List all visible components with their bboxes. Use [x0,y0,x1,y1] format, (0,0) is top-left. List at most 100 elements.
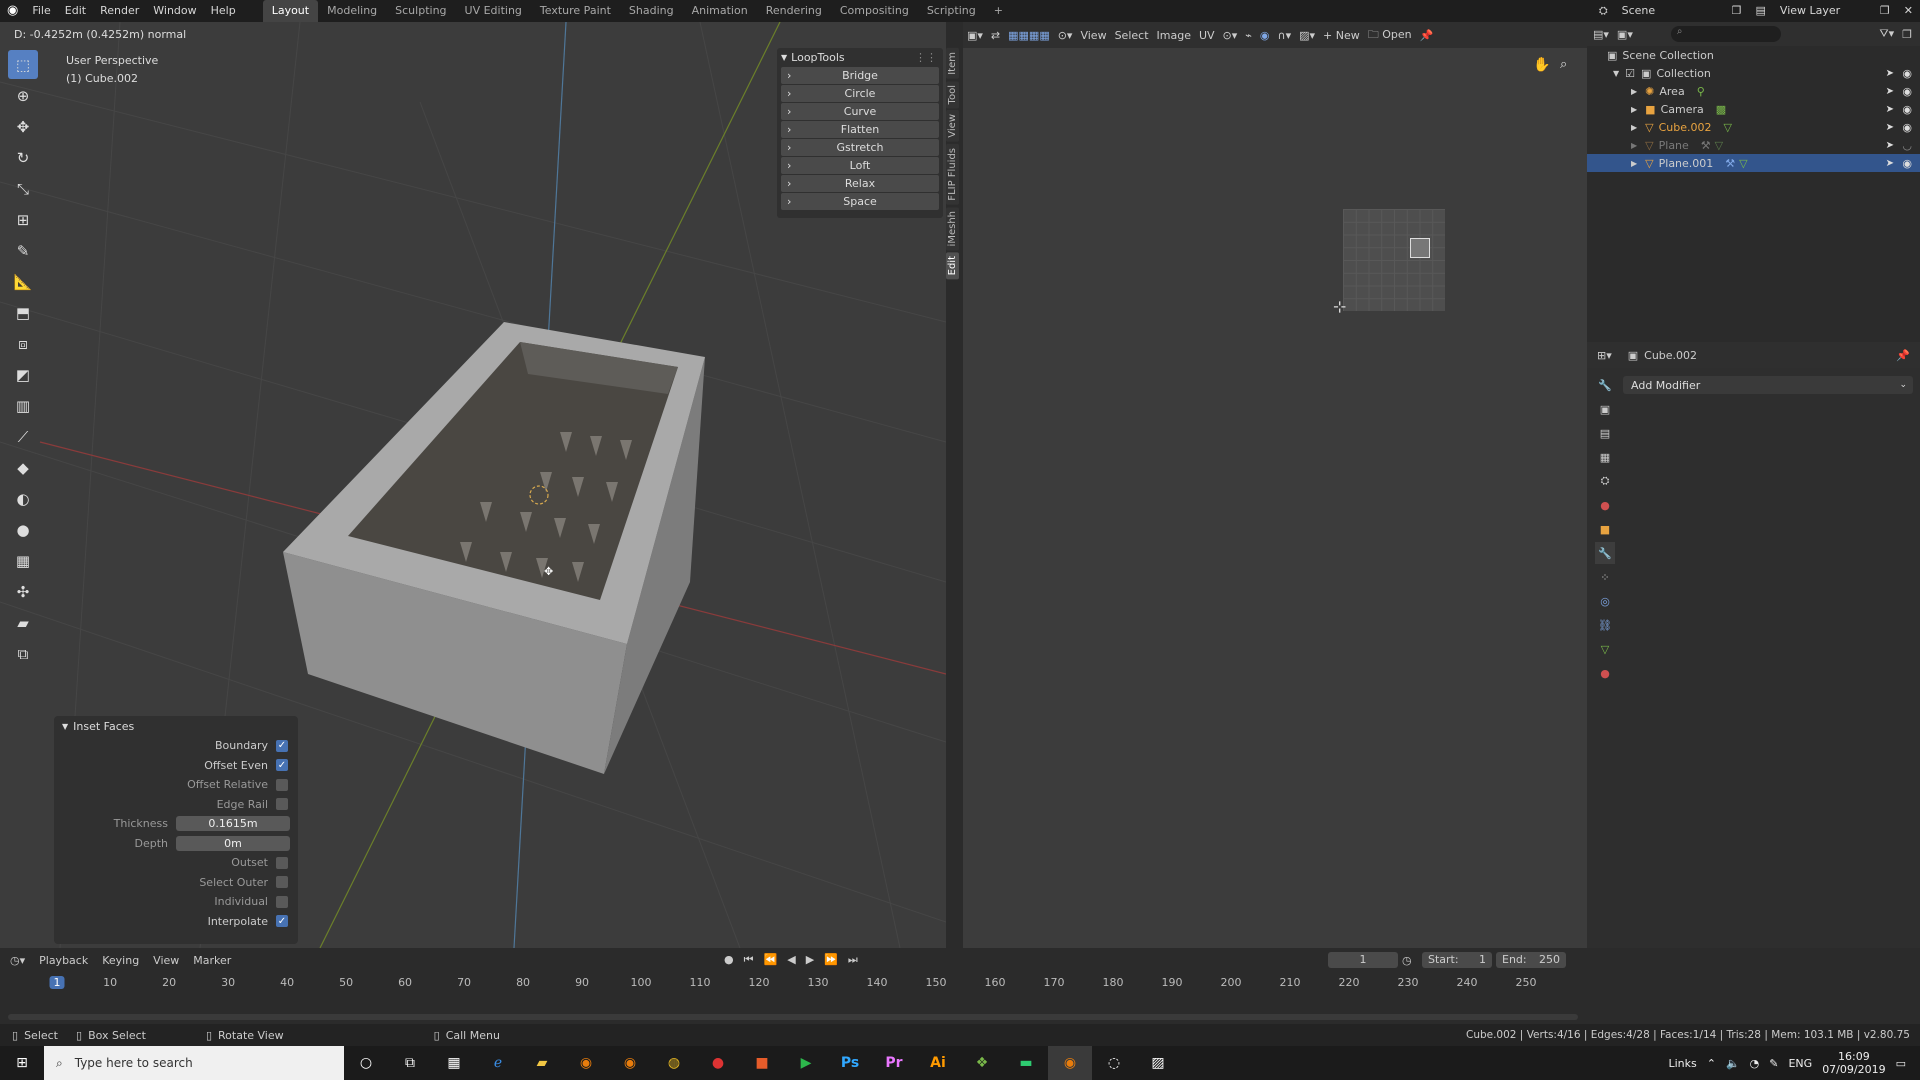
outset-checkbox[interactable] [276,856,288,869]
photoshop-icon[interactable]: Ps [828,1046,872,1080]
selectable-icon[interactable]: ➤ [1886,104,1894,115]
tab-compositing[interactable]: Compositing [831,0,918,22]
scene-collection-row[interactable]: ▣ Scene Collection [1587,46,1920,64]
visibility-icon[interactable]: ◉ [1902,85,1912,98]
selectable-icon[interactable]: ➤ [1886,68,1894,79]
looptools-gstretch[interactable]: › Gstretch [781,139,939,156]
tab-uv-editing[interactable]: UV Editing [456,0,531,22]
view-layer-tab-icon[interactable]: ▦ [1595,446,1615,468]
tab-animation[interactable]: Animation [683,0,757,22]
uv-image-menu[interactable]: Image [1153,29,1195,42]
blender-logo-icon[interactable]: ◉ [0,0,25,22]
depth-field[interactable]: 0m [176,835,290,851]
rotate-tool-icon[interactable]: ↻ [8,143,38,172]
cursor-tool-icon[interactable]: ⊕ [8,81,38,110]
app-sphere-icon[interactable]: ◌ [1092,1046,1136,1080]
tab-imeshh[interactable]: iMeshh [946,206,959,251]
inset-faces-title[interactable]: Inset Faces [73,720,134,733]
expand-icon[interactable]: ▶ [1631,105,1637,114]
uv-sync-icon[interactable]: ⇄ [987,29,1004,42]
blender-app-icon[interactable]: ◉ [564,1046,608,1080]
app-red-icon[interactable]: ● [696,1046,740,1080]
individual-checkbox[interactable] [276,895,288,908]
collapse-icon[interactable]: ▼ [62,722,68,731]
modifier-tab-icon[interactable]: 🔧 [1595,542,1615,564]
expand-icon[interactable]: ▶ [1631,141,1637,150]
edge-slide-tool-icon[interactable]: ▦ [8,546,38,575]
tool-tab-icon[interactable]: 🔧 [1595,374,1615,396]
uv-sticky-icon[interactable]: ⊙▾ [1054,29,1077,42]
poly-build-tool-icon[interactable]: ◆ [8,453,38,482]
clock[interactable]: 16:09 07/09/2019 [1822,1050,1885,1076]
view-layer-copy-icon[interactable]: ❐ [1873,0,1897,22]
select-tool-icon[interactable]: ⬚ [8,50,38,79]
notification-icon[interactable]: ▭ [1896,1057,1906,1070]
taskbar-search[interactable]: ⌕ Type here to search [44,1046,344,1080]
illustrator-icon[interactable]: Ai [916,1046,960,1080]
pan-view-icon[interactable]: ✋ [1533,57,1550,73]
smooth-tool-icon[interactable]: ● [8,515,38,544]
tray-chevron-icon[interactable]: ⌃ [1707,1057,1716,1070]
visibility-icon[interactable]: ◉ [1902,67,1912,80]
cortana-icon[interactable]: ○ [344,1046,388,1080]
uv-face[interactable] [1410,238,1430,258]
add-modifier-dropdown[interactable]: Add Modifier ⌄ [1623,376,1913,394]
editor-type-icon[interactable]: ▣▾ [963,29,987,42]
app-orange-icon[interactable]: ■ [740,1046,784,1080]
extrude-tool-icon[interactable]: ⬒ [8,298,38,327]
offset-even-checkbox[interactable]: ✓ [276,759,288,772]
view-layer-remove-icon[interactable]: ✕ [1897,0,1920,22]
tab-view[interactable]: View [946,110,959,142]
windows-start-icon[interactable]: ⊞ [0,1046,44,1080]
outliner-search[interactable]: ⌕ [1670,26,1781,42]
proportional-icon[interactable]: ◉ [1256,29,1274,42]
task-view-icon[interactable]: ⧉ [388,1046,432,1080]
interpolate-checkbox[interactable]: ✓ [276,915,288,928]
selectable-icon[interactable]: ➤ [1886,122,1894,133]
outliner-item-cube-002[interactable]: ▶ ▽ Cube.002 ▽ ➤ ◉ [1587,118,1920,136]
constraints-tab-icon[interactable]: ⛓ [1595,614,1615,636]
rip-tool-icon[interactable]: ⧉ [8,639,38,668]
calculator-icon[interactable]: ▦ [432,1046,476,1080]
menu-edit[interactable]: Edit [58,0,93,22]
selectable-icon[interactable]: ➤ [1886,86,1894,97]
expand-icon[interactable]: ▶ [1631,123,1637,132]
falloff-icon[interactable]: ∩▾ [1274,29,1296,42]
looptools-space[interactable]: › Space [781,193,939,210]
menu-help[interactable]: Help [204,0,243,22]
checkbox-icon[interactable]: ☑ [1625,67,1635,80]
new-collection-icon[interactable]: ❐ [1902,28,1912,41]
pen-icon[interactable]: ✎ [1769,1057,1778,1070]
looptools-flatten[interactable]: › Flatten [781,121,939,138]
network-icon[interactable]: ◔ [1750,1057,1760,1070]
uv-uv-menu[interactable]: UV [1195,29,1219,42]
spin-tool-icon[interactable]: ◐ [8,484,38,513]
particles-tab-icon[interactable]: ⁘ [1595,566,1615,588]
material-tab-icon[interactable]: ● [1595,662,1615,684]
thickness-field[interactable]: 0.1615m [176,816,290,832]
new-image-button[interactable]: + New [1319,29,1364,42]
chrome-icon[interactable]: ◍ [652,1046,696,1080]
tab-texture-paint[interactable]: Texture Paint [531,0,620,22]
pivot-icon[interactable]: ⊙▾ [1219,29,1242,42]
offset-relative-checkbox[interactable] [276,778,288,791]
outliner-item-plane[interactable]: ▶ ▽ Plane ⚒ ▽ ➤ ◡ [1587,136,1920,154]
blender-active-icon[interactable]: ◉ [1048,1046,1092,1080]
add-workspace-button[interactable]: + [985,0,1012,22]
knife-tool-icon[interactable]: ⟋ [8,422,38,451]
object-tab-icon[interactable]: ■ [1595,518,1615,540]
menu-render[interactable]: Render [93,0,146,22]
menu-window[interactable]: Window [146,0,203,22]
move-tool-icon[interactable]: ✥ [8,112,38,141]
inset-tool-icon[interactable]: ⧈ [8,329,38,358]
tab-modeling[interactable]: Modeling [318,0,386,22]
pin-icon[interactable]: 📌 [1896,349,1910,362]
uv-editor[interactable]: ⊹ ✋ ⌕ [963,22,1587,948]
edge-browser-icon[interactable]: ℯ [476,1046,520,1080]
outliner-editor-icon[interactable]: ▤▾ [1593,28,1609,41]
hidden-icon[interactable]: ◡ [1902,139,1912,152]
looptools-circle[interactable]: › Circle [781,85,939,102]
tab-layout[interactable]: Layout [262,0,319,22]
display-mode-icon[interactable]: ▣▾ [1617,28,1633,41]
tab-rendering[interactable]: Rendering [757,0,831,22]
